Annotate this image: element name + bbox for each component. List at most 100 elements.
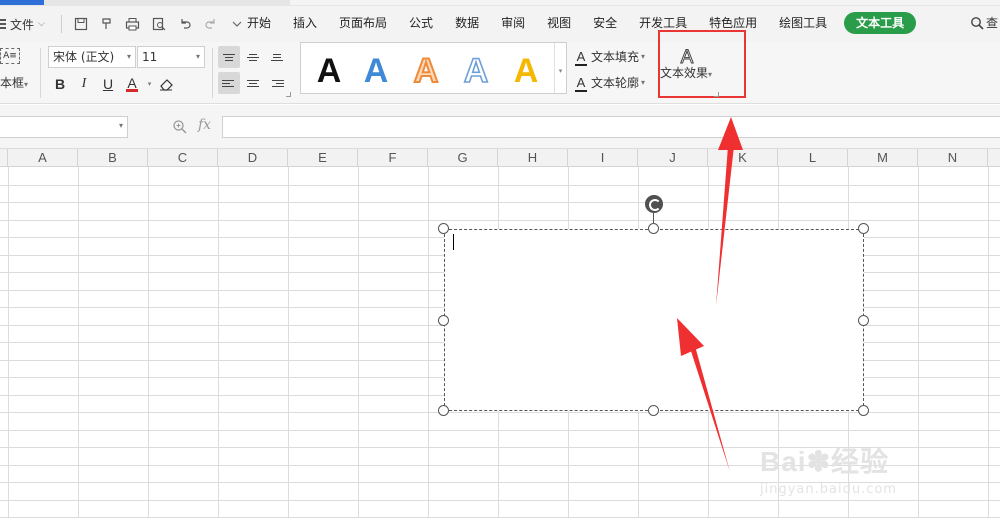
chevron-down-icon: ▾ (641, 78, 646, 87)
ribbon: A≡ 本框▾ 宋体 (正文) ▾ 11 ▾ B I U A ▾ A A A A … (0, 30, 1000, 104)
column-header[interactable]: M (848, 149, 918, 167)
column-header[interactable]: C (148, 149, 218, 167)
resize-handle-top-left[interactable] (438, 223, 449, 234)
menu-icon[interactable] (0, 19, 6, 29)
insert-function-button[interactable]: fx (198, 117, 211, 133)
text-box[interactable] (444, 229, 864, 411)
grid-row-line (0, 430, 1000, 431)
search-command[interactable]: 查 (970, 14, 998, 31)
document-tab-indicator[interactable] (0, 0, 44, 5)
tab-home[interactable]: 开始 (236, 12, 282, 34)
text-fill-icon: A (575, 48, 587, 66)
chevron-down-icon: ▾ (24, 80, 29, 89)
rotate-handle-icon[interactable] (645, 195, 663, 213)
chevron-down-icon: ▾ (195, 52, 200, 61)
grid-row-line (0, 220, 1000, 221)
align-top-icon[interactable] (218, 46, 240, 68)
tab-view[interactable]: 视图 (536, 12, 582, 34)
textbox-label-text: 本框 (0, 76, 25, 90)
font-size-select[interactable]: 11 ▾ (137, 46, 205, 68)
column-header[interactable]: K (708, 149, 778, 167)
ribbon-tabs: 开始 插入 页面布局 公式 数据 审阅 视图 安全 开发工具 特色应用 绘图工具… (236, 12, 917, 34)
undo-icon[interactable] (176, 15, 194, 33)
tab-insert[interactable]: 插入 (282, 12, 328, 34)
chevron-down-icon[interactable]: ▾ (144, 73, 154, 95)
align-left-icon[interactable] (218, 72, 240, 94)
tab-review[interactable]: 审阅 (490, 12, 536, 34)
text-outline-button[interactable]: A 文本轮廓 ▾ (575, 74, 646, 92)
font-name-value: 宋体 (正文) (53, 50, 115, 64)
name-box[interactable]: ▾ (0, 116, 128, 138)
text-style-sample-blue[interactable]: A (356, 49, 396, 89)
search-icon (971, 16, 984, 30)
tab-drawing-tools[interactable]: 绘图工具 (768, 12, 838, 34)
print-preview-icon[interactable] (150, 15, 168, 33)
format-painter-icon[interactable] (98, 15, 116, 33)
underline-button[interactable]: U (96, 73, 120, 95)
watermark-brand-suffix: 经验 (831, 446, 890, 477)
column-header[interactable]: A (8, 149, 78, 167)
resize-handle-bottom-left[interactable] (438, 405, 449, 416)
select-all-corner[interactable] (0, 149, 8, 167)
dialog-launcher-icon[interactable] (714, 92, 719, 97)
resize-handle-bottom[interactable] (648, 405, 659, 416)
dialog-launcher-icon[interactable] (286, 92, 291, 97)
text-style-sample-black[interactable]: A (309, 49, 349, 89)
eraser-icon[interactable] (154, 73, 178, 95)
tab-text-tools[interactable]: 文本工具 (844, 12, 917, 34)
zoom-icon[interactable] (172, 119, 188, 135)
text-style-sample-orange-outline[interactable]: A (406, 49, 446, 89)
text-style-sample-blue-glyph: A (364, 52, 389, 89)
print-icon[interactable] (124, 15, 142, 33)
text-style-sample-blue-outline[interactable]: A (456, 49, 496, 89)
align-bottom-icon[interactable] (266, 46, 288, 68)
column-header[interactable]: N (918, 149, 988, 167)
save-icon[interactable] (72, 15, 90, 33)
title-strip (0, 0, 1000, 6)
tab-security[interactable]: 安全 (582, 12, 628, 34)
textbox-icon: A≡ (0, 48, 20, 64)
column-header[interactable]: L (778, 149, 848, 167)
grid-row-line (0, 185, 1000, 186)
search-label: 查 (986, 16, 999, 30)
resize-handle-right[interactable] (858, 315, 869, 326)
bold-button[interactable]: B (48, 73, 72, 95)
column-header[interactable]: F (358, 149, 428, 167)
formula-input[interactable] (222, 116, 1000, 138)
text-style-sample-black-glyph: A (317, 52, 342, 89)
format-buttons: B I U A ▾ (48, 72, 178, 96)
redo-icon[interactable] (202, 15, 220, 33)
column-header[interactable]: E (288, 149, 358, 167)
column-header[interactable]: I (568, 149, 638, 167)
grid-row-line (0, 202, 1000, 203)
font-size-value: 11 (142, 50, 158, 64)
resize-handle-left[interactable] (438, 315, 449, 326)
text-effect-button[interactable]: A 文本效果▾ (658, 30, 746, 98)
font-name-select[interactable]: 宋体 (正文) ▾ (48, 46, 136, 68)
column-header[interactable]: H (498, 149, 568, 167)
text-outline-icon: A (575, 74, 587, 92)
tab-formulas[interactable]: 公式 (398, 12, 444, 34)
file-menu[interactable]: 文件 (10, 16, 34, 33)
chevron-down-icon[interactable]: ⌵ (38, 19, 45, 29)
resize-handle-top[interactable] (648, 223, 659, 234)
menu-bar: 文件 ⌵ 开始 插入 页面布局 公式 数据 审阅 视图 安全 开发工具 特色应用… (0, 0, 1000, 42)
divider (60, 15, 62, 33)
resize-handle-bottom-right[interactable] (858, 405, 869, 416)
gallery-more-button[interactable]: ▾ (554, 43, 566, 93)
column-header[interactable]: B (78, 149, 148, 167)
column-header[interactable]: D (218, 149, 288, 167)
text-style-sample-gold[interactable]: A (506, 49, 546, 89)
italic-button[interactable]: I (72, 73, 96, 95)
tab-page-layout[interactable]: 页面布局 (328, 12, 398, 34)
align-right-icon[interactable] (266, 72, 288, 94)
resize-handle-top-right[interactable] (858, 223, 869, 234)
column-header[interactable]: G (428, 149, 498, 167)
align-center-icon[interactable] (242, 72, 264, 94)
text-fill-button[interactable]: A 文本填充 ▾ (575, 48, 645, 66)
align-middle-icon[interactable] (242, 46, 264, 68)
column-header[interactable]: J (638, 149, 708, 167)
tab-data[interactable]: 数据 (444, 12, 490, 34)
divider (40, 48, 41, 98)
font-color-button[interactable]: A (120, 73, 144, 95)
